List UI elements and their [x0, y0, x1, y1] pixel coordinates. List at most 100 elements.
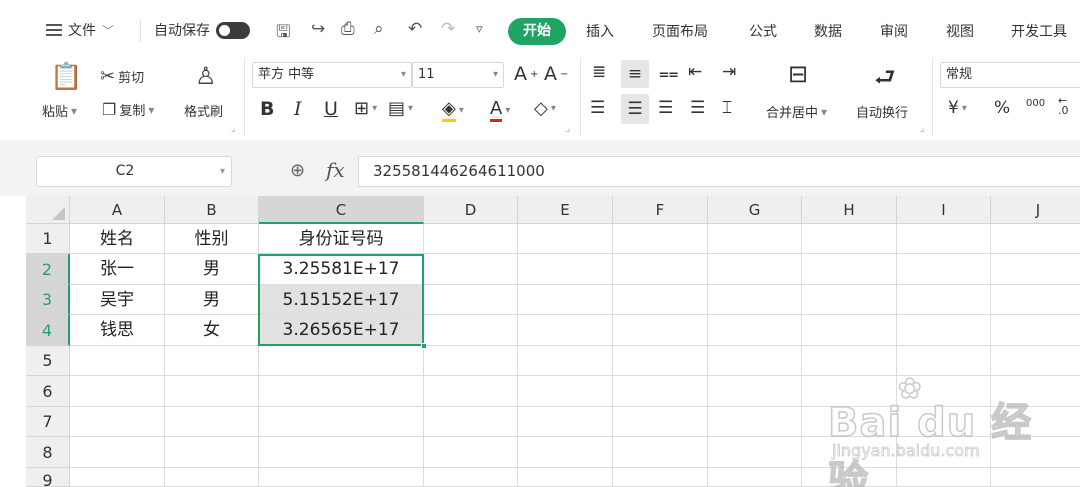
row-header-9[interactable]: 9	[26, 468, 70, 487]
cell-a7[interactable]	[70, 407, 165, 437]
underline-button[interactable]: U	[324, 98, 338, 120]
cell-d7[interactable]	[424, 407, 518, 437]
tab-home[interactable]: 开始	[508, 18, 566, 45]
cell-d1[interactable]	[424, 224, 518, 254]
cell-c9[interactable]	[259, 468, 424, 487]
cell-c5[interactable]	[259, 346, 424, 376]
cell-g5[interactable]	[708, 346, 802, 376]
cell-b8[interactable]	[165, 437, 259, 468]
cell-i3[interactable]	[897, 285, 991, 315]
cell-h2[interactable]	[802, 254, 897, 285]
cell-f4[interactable]	[613, 315, 708, 346]
format-painter-button[interactable]: 格式刷	[184, 101, 223, 120]
clear-format-icon[interactable]: ◇ ▾	[534, 98, 556, 119]
cell-f5[interactable]	[613, 346, 708, 376]
column-header-g[interactable]: G	[708, 196, 802, 224]
cell-e3[interactable]	[518, 285, 613, 315]
cell-b9[interactable]	[165, 468, 259, 487]
cell-a5[interactable]	[70, 346, 165, 376]
align-center-icon[interactable]: ☰	[621, 94, 649, 124]
font-color-icon[interactable]: A ▾	[490, 98, 510, 122]
cell-j3[interactable]	[991, 285, 1080, 315]
column-header-b[interactable]: B	[165, 196, 259, 224]
cell-i4[interactable]	[897, 315, 991, 346]
column-header-e[interactable]: E	[518, 196, 613, 224]
cell-f7[interactable]	[613, 407, 708, 437]
cell-g4[interactable]	[708, 315, 802, 346]
font-size-select[interactable]: 11 ▾	[412, 62, 504, 88]
row-header-6[interactable]: 6	[26, 376, 70, 407]
wrap-text-icon[interactable]: ⮐	[874, 60, 896, 101]
print-icon[interactable]: ⎙	[341, 19, 355, 39]
cell-b6[interactable]	[165, 376, 259, 407]
formula-input[interactable]: 325581446264611000	[358, 156, 1080, 187]
number-format-select[interactable]: 常规	[940, 62, 1080, 88]
cell-h3[interactable]	[802, 285, 897, 315]
column-header-d[interactable]: D	[424, 196, 518, 224]
cell-a6[interactable]	[70, 376, 165, 407]
cell-i2[interactable]	[897, 254, 991, 285]
cell-b4[interactable]: 女	[165, 315, 259, 346]
cut-button[interactable]: ✂ 剪切	[100, 66, 144, 87]
cell-f9[interactable]	[613, 468, 708, 487]
cell-style-icon[interactable]: ▤ ▾	[388, 98, 413, 119]
column-header-i[interactable]: I	[897, 196, 991, 224]
row-header-1[interactable]: 1	[26, 224, 70, 254]
borders-icon[interactable]: ⊞ ▾	[354, 98, 377, 119]
tab-insert[interactable]: 插入	[586, 21, 614, 41]
column-header-a[interactable]: A	[70, 196, 165, 224]
column-header-h[interactable]: H	[802, 196, 897, 224]
distribute-icon[interactable]: ⌶	[722, 98, 732, 118]
row-header-4[interactable]: 4	[26, 315, 70, 346]
cell-c3[interactable]: 5.15152E+17	[259, 285, 424, 315]
cell-f1[interactable]	[613, 224, 708, 254]
undo-icon[interactable]: ↶	[408, 19, 422, 39]
cell-f8[interactable]	[613, 437, 708, 468]
indent-icon[interactable]: ⇥	[722, 62, 736, 82]
dialog-launcher-icon[interactable]: ⌟	[920, 124, 924, 134]
tab-data[interactable]: 数据	[814, 21, 842, 41]
cell-h1[interactable]	[802, 224, 897, 254]
cell-b1[interactable]: 性别	[165, 224, 259, 254]
cell-b7[interactable]	[165, 407, 259, 437]
align-bottom-icon[interactable]: ⩵	[659, 64, 679, 84]
cell-e6[interactable]	[518, 376, 613, 407]
font-name-select[interactable]: 苹方 中等 ▾	[252, 62, 412, 88]
italic-button[interactable]: I	[294, 98, 302, 120]
cell-c8[interactable]	[259, 437, 424, 468]
merge-center-button[interactable]: 合并居中 ▾	[766, 102, 827, 122]
bold-button[interactable]: B	[260, 98, 274, 120]
align-left-icon[interactable]: ☰	[590, 98, 605, 118]
tab-page-layout[interactable]: 页面布局	[652, 21, 708, 41]
align-right-icon[interactable]: ☰	[658, 98, 673, 118]
align-middle-icon[interactable]: ≡	[621, 60, 649, 88]
justify-icon[interactable]: ☰	[690, 98, 705, 118]
cell-d2[interactable]	[424, 254, 518, 285]
autosave-toggle[interactable]: 自动保存	[154, 20, 250, 40]
row-header-2[interactable]: 2	[26, 254, 70, 285]
print-preview-icon[interactable]: ⌕	[374, 19, 384, 39]
format-painter-icon[interactable]: ♙	[195, 62, 217, 90]
cell-c7[interactable]	[259, 407, 424, 437]
cell-d4[interactable]	[424, 315, 518, 346]
cell-a8[interactable]	[70, 437, 165, 468]
decimal-icon[interactable]: ← .0	[1058, 95, 1069, 116]
cell-c4[interactable]: 3.26565E+17	[259, 315, 424, 346]
cell-f6[interactable]	[613, 376, 708, 407]
cell-c2[interactable]: 3.25581E+17	[259, 254, 424, 285]
cell-a3[interactable]: 吴宇	[70, 285, 165, 315]
cell-b5[interactable]	[165, 346, 259, 376]
cell-e9[interactable]	[518, 468, 613, 487]
paste-icon[interactable]: 📋	[50, 62, 82, 92]
percent-button[interactable]: %	[994, 98, 1010, 118]
cell-d5[interactable]	[424, 346, 518, 376]
function-button[interactable]: fx	[326, 158, 345, 182]
export-icon[interactable]: ↪	[311, 19, 325, 39]
row-header-5[interactable]: 5	[26, 346, 70, 376]
tab-formulas[interactable]: 公式	[749, 21, 777, 41]
cell-g2[interactable]	[708, 254, 802, 285]
zoom-icon[interactable]: ⊕	[290, 160, 305, 181]
cell-e1[interactable]	[518, 224, 613, 254]
cell-i1[interactable]	[897, 224, 991, 254]
cell-f3[interactable]	[613, 285, 708, 315]
